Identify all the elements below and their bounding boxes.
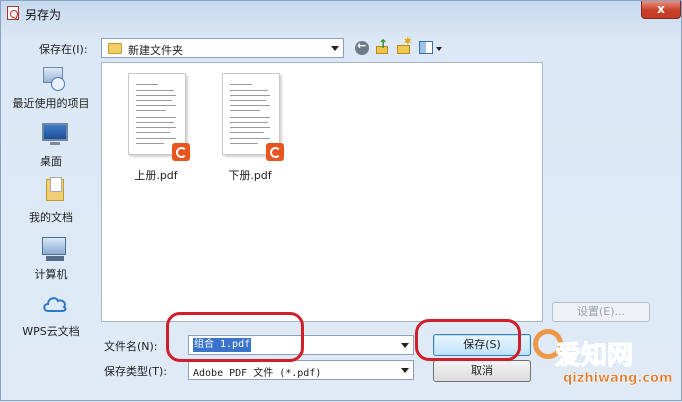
title-bar[interactable]: 另存为 x xyxy=(1,1,681,25)
filename-label: 文件名(N): xyxy=(104,340,158,353)
desktop-stand-icon xyxy=(50,142,60,145)
watermark: 爱知网 qizhiwang.com xyxy=(511,323,682,402)
chevron-down-icon[interactable] xyxy=(436,47,442,51)
save-in-value: 新建文件夹 xyxy=(128,44,183,57)
watermark-logo-icon xyxy=(533,329,563,359)
folder-icon xyxy=(108,43,122,54)
file-name: 下册.pdf xyxy=(228,169,272,182)
save-in-dropdown[interactable]: 新建文件夹 xyxy=(101,38,344,58)
my-documents-icon xyxy=(46,177,64,201)
computer-icon xyxy=(42,237,66,255)
cloud-icon xyxy=(42,295,68,313)
watermark-text: 爱知网 xyxy=(554,341,634,372)
place-label: 桌面 xyxy=(40,155,62,168)
pdf-icon xyxy=(172,143,190,161)
filetype-label: 保存类型(T): xyxy=(104,365,168,378)
place-label: 我的文档 xyxy=(29,211,73,224)
place-label: 计算机 xyxy=(34,268,68,281)
acrobat-icon xyxy=(7,6,19,20)
filetype-value: Adobe PDF 文件 (*.pdf) xyxy=(193,368,322,379)
file-item[interactable]: 下册.pdf xyxy=(210,69,290,182)
navigation-toolbar xyxy=(355,37,445,58)
close-icon: x xyxy=(657,2,665,16)
views-menu-icon[interactable] xyxy=(419,41,433,54)
back-icon[interactable] xyxy=(355,39,369,55)
filename-value[interactable]: 组合 1.pdf xyxy=(193,338,252,352)
up-folder-icon[interactable] xyxy=(375,37,389,55)
places-bar: 最近使用的项目 桌面 我的文档 计算机 WPS云文档 xyxy=(6,59,96,349)
watermark-url: qizhiwang.com xyxy=(563,371,673,386)
filetype-dropdown[interactable]: Adobe PDF 文件 (*.pdf) xyxy=(188,360,414,380)
save-as-dialog: 另存为 x 保存在(I): 新建文件夹 最近使用的项目 桌面 我的文档 xyxy=(0,0,682,401)
computer-base-icon xyxy=(46,256,64,261)
place-wps-cloud[interactable]: WPS云文档 xyxy=(6,59,96,338)
pdf-icon xyxy=(266,143,284,161)
chevron-down-icon[interactable] xyxy=(331,46,339,51)
save-in-label: 保存在(I): xyxy=(39,43,88,56)
desktop-icon xyxy=(42,123,68,141)
filename-field[interactable]: 组合 1.pdf xyxy=(188,335,414,355)
file-list[interactable]: 上册.pdf 下册.pdf xyxy=(101,62,543,322)
close-button[interactable]: x xyxy=(641,1,681,19)
file-name: 上册.pdf xyxy=(134,169,178,182)
cancel-button[interactable]: 取消 xyxy=(433,360,531,382)
save-button[interactable]: 保存(S) xyxy=(433,334,531,356)
chevron-down-icon[interactable] xyxy=(401,368,409,373)
new-folder-icon[interactable] xyxy=(397,37,412,55)
place-label: WPS云文档 xyxy=(22,325,80,338)
window-title: 另存为 xyxy=(25,8,62,22)
options-button[interactable]: 设置(E)... xyxy=(552,302,650,322)
chevron-down-icon[interactable] xyxy=(401,343,409,348)
file-item[interactable]: 上册.pdf xyxy=(116,69,196,182)
